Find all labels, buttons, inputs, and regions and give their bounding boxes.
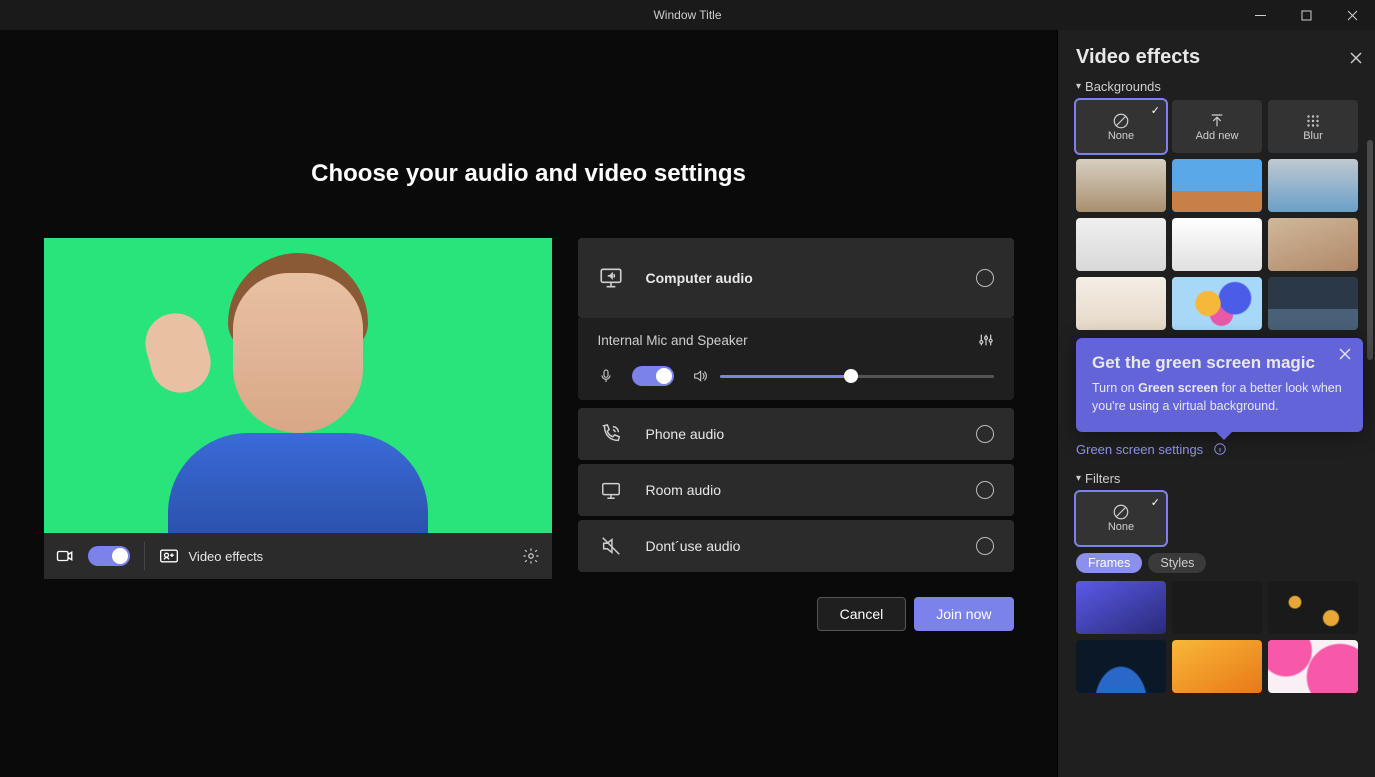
bg-tile-image[interactable] — [1076, 277, 1166, 330]
video-effects-label: Video effects — [189, 549, 264, 564]
audio-option-label: Dont´use audio — [646, 538, 741, 554]
device-name: Internal Mic and Speaker — [598, 333, 748, 348]
camera-toggle[interactable] — [88, 546, 130, 566]
effects-icon — [159, 546, 179, 566]
scrollbar-thumb[interactable] — [1367, 140, 1373, 360]
audio-option-none[interactable]: Dont´use audio — [578, 520, 1014, 572]
join-now-button[interactable]: Join now — [914, 597, 1013, 631]
audio-device-detail: Internal Mic and Speaker — [578, 318, 1014, 400]
tooltip-title: Get the green screen magic — [1092, 352, 1347, 373]
check-icon: ✓ — [1151, 496, 1160, 509]
phone-audio-icon — [598, 423, 624, 445]
audio-option-room[interactable]: Room audio — [578, 464, 1014, 516]
bg-tile-add-new[interactable]: Add new — [1172, 100, 1262, 153]
mic-icon — [598, 368, 614, 384]
no-audio-icon — [598, 535, 624, 557]
bg-tile-image[interactable] — [1268, 218, 1358, 271]
audio-option-phone[interactable]: Phone audio — [578, 408, 1014, 460]
bg-tile-image[interactable] — [1172, 159, 1262, 212]
speaker-icon — [692, 368, 708, 384]
footer-buttons: Cancel Join now — [44, 597, 1014, 631]
video-effects-button[interactable]: Video effects — [159, 546, 264, 566]
audio-option-computer[interactable]: Computer audio — [578, 238, 1014, 318]
radio-icon — [976, 481, 994, 499]
bg-tile-blur[interactable]: Blur — [1268, 100, 1358, 153]
radio-icon — [976, 269, 994, 287]
camera-icon — [56, 547, 74, 565]
tab-frames[interactable]: Frames — [1076, 553, 1142, 573]
video-preview — [44, 238, 552, 533]
panel-title: Video effects — [1076, 46, 1200, 69]
cancel-button[interactable]: Cancel — [817, 597, 907, 631]
room-audio-icon — [598, 479, 624, 501]
bg-tile-image[interactable] — [1172, 277, 1262, 330]
filter-tile-none[interactable]: ✓ None — [1076, 492, 1166, 545]
bg-tile-none[interactable]: ✓ None — [1076, 100, 1166, 153]
green-screen-tooltip: Get the green screen magic Turn on Green… — [1076, 338, 1363, 432]
filter-tile-image[interactable] — [1268, 640, 1358, 693]
bg-tile-image[interactable] — [1172, 218, 1262, 271]
tooltip-close-icon[interactable] — [1339, 348, 1351, 360]
video-effects-panel: Video effects Backgrounds ✓ None Add new… — [1057, 30, 1375, 777]
tooltip-body: Turn on Green screen for a better look w… — [1092, 379, 1347, 415]
audio-option-label: Computer audio — [646, 270, 753, 286]
info-icon[interactable] — [1213, 442, 1227, 456]
filter-tile-image[interactable] — [1172, 640, 1262, 693]
window-controls — [1237, 0, 1375, 30]
audio-option-label: Phone audio — [646, 426, 725, 442]
mic-toggle[interactable] — [632, 366, 674, 386]
page-heading: Choose your audio and video settings — [311, 160, 746, 188]
gear-icon[interactable] — [522, 547, 540, 565]
bg-tile-image[interactable] — [1076, 159, 1166, 212]
device-settings-icon[interactable] — [978, 332, 994, 348]
window-title: Window Title — [653, 8, 721, 22]
maximize-button[interactable] — [1283, 0, 1329, 30]
radio-icon — [976, 425, 994, 443]
green-screen-settings-link[interactable]: Green screen settings — [1076, 442, 1203, 457]
audio-option-label: Room audio — [646, 482, 722, 498]
volume-slider[interactable] — [720, 375, 994, 378]
filter-tile-image[interactable] — [1076, 640, 1166, 693]
bg-tile-image[interactable] — [1076, 218, 1166, 271]
check-icon: ✓ — [1151, 104, 1160, 117]
radio-icon — [976, 537, 994, 555]
filter-tile-image[interactable] — [1268, 581, 1358, 634]
computer-audio-icon — [598, 265, 624, 291]
section-filters[interactable]: Filters — [1076, 471, 1363, 486]
bg-tile-image[interactable] — [1268, 159, 1358, 212]
close-button[interactable] — [1329, 0, 1375, 30]
main-content: Choose your audio and video settings — [0, 30, 1057, 777]
bg-tile-image[interactable] — [1268, 277, 1358, 330]
minimize-button[interactable] — [1237, 0, 1283, 30]
filter-tile-image[interactable] — [1076, 581, 1166, 634]
filter-tile-image[interactable] — [1172, 581, 1262, 634]
video-toolbar: Video effects — [44, 533, 552, 579]
section-backgrounds[interactable]: Backgrounds — [1076, 79, 1363, 94]
title-bar: Window Title — [0, 0, 1375, 30]
close-icon[interactable] — [1349, 51, 1363, 65]
tab-styles[interactable]: Styles — [1148, 553, 1206, 573]
